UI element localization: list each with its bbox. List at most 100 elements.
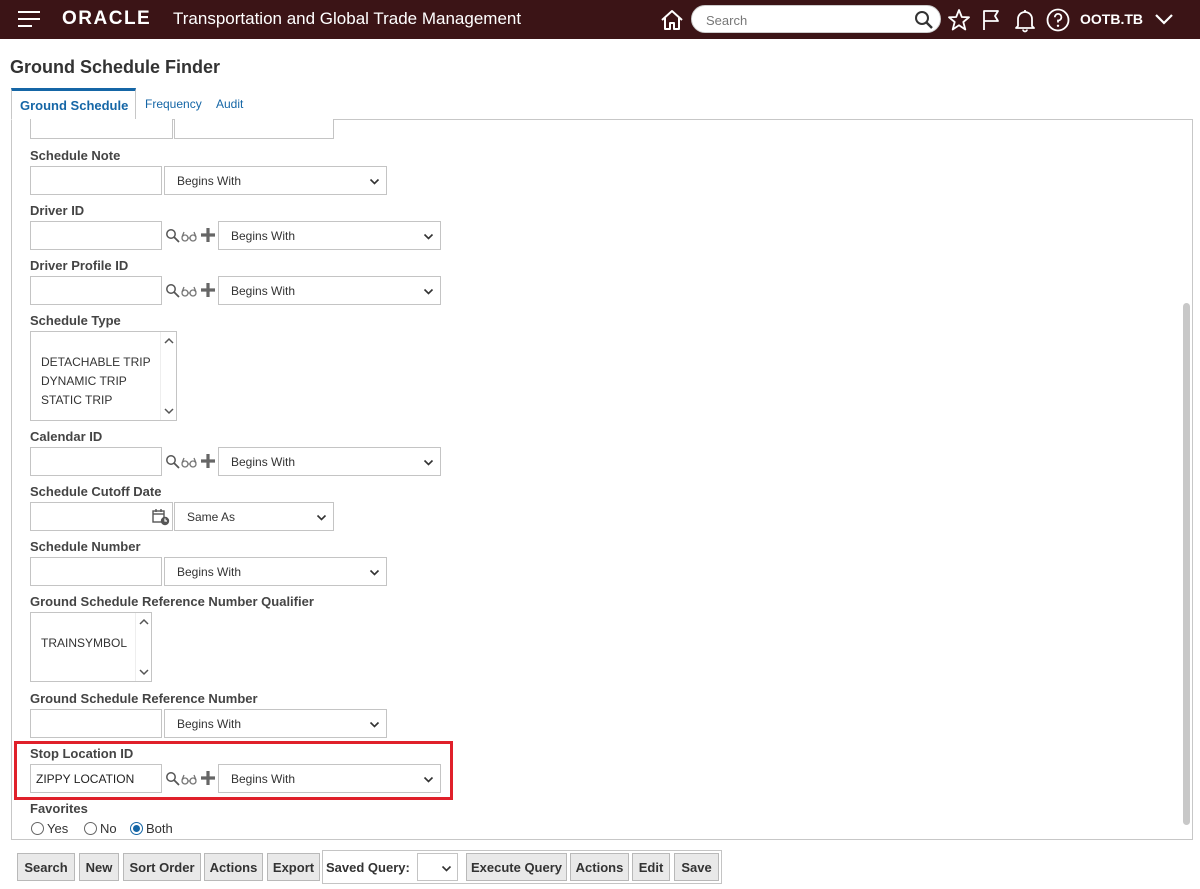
chevron-down-icon: [369, 721, 380, 728]
flag-icon[interactable]: [979, 7, 1005, 33]
search-icon[interactable]: [914, 10, 934, 30]
schedule-number-label: Schedule Number: [30, 539, 141, 554]
chevron-down-icon: [423, 459, 434, 466]
stop-location-id-operator[interactable]: Begins With: [218, 764, 441, 793]
schedule-type-label: Schedule Type: [30, 313, 121, 328]
add-icon[interactable]: [200, 282, 216, 298]
driver-id-label: Driver ID: [30, 203, 85, 218]
chevron-down-icon[interactable]: [139, 667, 149, 677]
global-search-input[interactable]: [704, 10, 904, 30]
ref-number-input[interactable]: [30, 709, 162, 738]
page-title: Ground Schedule Finder: [10, 57, 221, 77]
tab-ground-schedule[interactable]: Ground Schedule: [11, 88, 136, 120]
schedule-cutoff-date-operator-value: Same As: [187, 510, 236, 524]
favorites-both-radio[interactable]: Both: [130, 821, 173, 836]
add-icon[interactable]: [200, 453, 216, 469]
favorites-yes-radio[interactable]: Yes: [31, 821, 68, 836]
calendar-id-label: Calendar ID: [30, 429, 103, 444]
partial-date-input[interactable]: [30, 119, 173, 139]
favorites-star-icon[interactable]: [946, 7, 972, 33]
driver-profile-id-label: Driver Profile ID: [30, 258, 129, 273]
home-icon[interactable]: [659, 7, 685, 33]
view-glasses-icon[interactable]: [181, 283, 197, 299]
search-icon[interactable]: [165, 228, 181, 244]
chevron-down-icon: [423, 233, 434, 240]
partial-operator-select[interactable]: [174, 119, 334, 139]
schedule-note-label: Schedule Note: [30, 148, 121, 163]
new-button[interactable]: New: [79, 853, 119, 881]
chevron-down-icon[interactable]: [1151, 6, 1177, 32]
global-search: [691, 5, 941, 33]
notifications-bell-icon[interactable]: [1012, 7, 1038, 33]
export-button[interactable]: Export: [267, 853, 320, 881]
search-icon[interactable]: [165, 283, 181, 299]
schedule-number-operator-value: Begins With: [177, 565, 242, 579]
ref-qualifier-listbox[interactable]: TRAINSYMBOL: [30, 612, 152, 682]
ref-qualifier-label: Ground Schedule Reference Number Qualifi…: [30, 594, 314, 609]
chevron-down-icon: [316, 514, 327, 521]
driver-id-operator[interactable]: Begins With: [218, 221, 441, 250]
save-button[interactable]: Save: [674, 853, 719, 881]
schedule-number-input[interactable]: [30, 557, 162, 586]
search-icon[interactable]: [165, 454, 181, 470]
list-option[interactable]: TRAINSYMBOL: [41, 636, 127, 650]
calendar-id-operator[interactable]: Begins With: [218, 447, 441, 476]
ref-number-operator[interactable]: Begins With: [164, 709, 387, 738]
edit-button[interactable]: Edit: [632, 853, 670, 881]
sort-order-button[interactable]: Sort Order: [123, 853, 201, 881]
stop-location-id-input[interactable]: [30, 764, 162, 793]
driver-profile-id-input[interactable]: [30, 276, 162, 305]
stop-location-id-label: Stop Location ID: [30, 746, 134, 761]
add-icon[interactable]: [200, 770, 216, 786]
actions-button[interactable]: Actions: [204, 853, 263, 881]
chevron-down-icon: [369, 178, 380, 185]
chevron-up-icon[interactable]: [139, 617, 149, 627]
execute-query-button[interactable]: Execute Query: [466, 853, 567, 881]
chevron-up-icon[interactable]: [164, 336, 174, 346]
schedule-note-input[interactable]: [30, 166, 162, 195]
list-option[interactable]: DETACHABLE TRIP: [41, 355, 151, 369]
listbox-scrollbar[interactable]: [160, 332, 176, 420]
calendar-id-input[interactable]: [30, 447, 162, 476]
driver-profile-id-operator[interactable]: Begins With: [218, 276, 441, 305]
user-name[interactable]: OOTB.TB: [1080, 11, 1143, 27]
radio-indicator: [84, 822, 97, 835]
saved-query-select[interactable]: [417, 853, 458, 881]
saved-query-label: Saved Query:: [326, 860, 410, 875]
schedule-cutoff-date-operator[interactable]: Same As: [174, 502, 334, 531]
help-icon[interactable]: [1045, 7, 1071, 33]
listbox-scrollbar[interactable]: [135, 613, 151, 681]
menu-icon[interactable]: [18, 11, 40, 27]
favorites-no-radio[interactable]: No: [84, 821, 117, 836]
chevron-down-icon: [423, 776, 434, 783]
panel-scrollbar[interactable]: [1183, 303, 1190, 825]
ref-number-operator-value: Begins With: [177, 717, 242, 731]
search-button[interactable]: Search: [17, 853, 75, 881]
radio-indicator: [31, 822, 44, 835]
favorites-label: Favorites: [30, 801, 88, 816]
search-icon[interactable]: [165, 771, 181, 787]
driver-id-input[interactable]: [30, 221, 162, 250]
chevron-down-icon: [423, 288, 434, 295]
list-option[interactable]: STATIC TRIP: [41, 393, 112, 407]
chevron-down-icon[interactable]: [164, 406, 174, 416]
radio-label: No: [100, 821, 117, 836]
calendar-icon[interactable]: [152, 508, 170, 526]
view-glasses-icon[interactable]: [181, 771, 197, 787]
view-glasses-icon[interactable]: [181, 454, 197, 470]
schedule-note-operator[interactable]: Begins With: [164, 166, 387, 195]
tab-audit[interactable]: Audit: [216, 88, 243, 120]
add-icon[interactable]: [200, 227, 216, 243]
tab-frequency[interactable]: Frequency: [145, 88, 202, 120]
saved-query-actions-button[interactable]: Actions: [570, 853, 629, 881]
schedule-number-operator[interactable]: Begins With: [164, 557, 387, 586]
chevron-down-icon: [441, 865, 452, 872]
ref-number-label: Ground Schedule Reference Number: [30, 691, 258, 706]
view-glasses-icon[interactable]: [181, 228, 197, 244]
radio-label: Yes: [47, 821, 69, 836]
schedule-type-listbox[interactable]: DETACHABLE TRIP DYNAMIC TRIP STATIC TRIP: [30, 331, 177, 421]
schedule-cutoff-date-label: Schedule Cutoff Date: [30, 484, 162, 499]
list-option[interactable]: DYNAMIC TRIP: [41, 374, 127, 388]
calendar-id-operator-value: Begins With: [231, 455, 296, 469]
app-title: Transportation and Global Trade Manageme…: [173, 9, 522, 28]
